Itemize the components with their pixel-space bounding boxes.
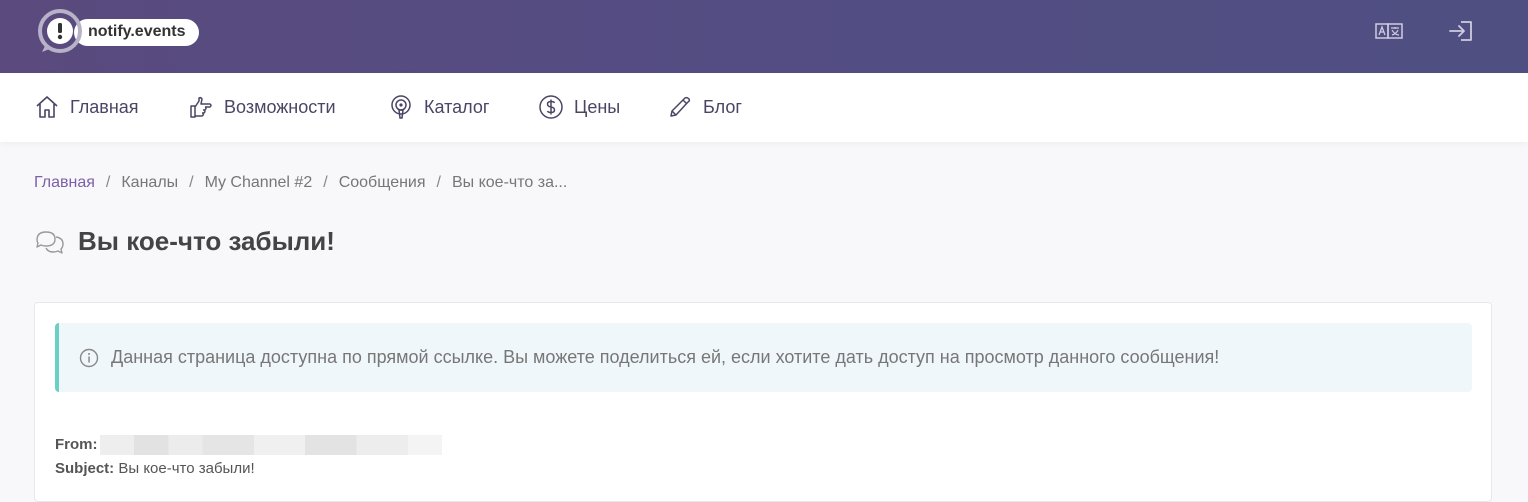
- breadcrumb-separator: /: [105, 174, 111, 191]
- logo-text: notify.events: [74, 18, 199, 46]
- nav-item-home[interactable]: Главная: [34, 93, 139, 121]
- breadcrumb-separator: /: [323, 174, 328, 191]
- from-label: From:: [55, 436, 98, 453]
- message-card: Данная страница доступна по прямой ссылк…: [34, 302, 1492, 502]
- nav-label: Возможности: [224, 96, 336, 117]
- breadcrumb-separator: /: [189, 174, 194, 191]
- nav-item-features[interactable]: Возможности: [188, 93, 336, 121]
- subject-value: Вы кое-что забыли!: [118, 460, 255, 477]
- pen-icon: [670, 96, 691, 117]
- page-title: Вы кое-что забыли!: [78, 226, 335, 256]
- pointing-hand-icon: [190, 96, 212, 118]
- exclamation-bubble-icon: [38, 9, 82, 53]
- info-icon: [79, 348, 99, 367]
- podcast-icon: [391, 95, 411, 119]
- alert-text: Данная страница доступна по прямой ссылк…: [111, 347, 1220, 367]
- breadcrumb-home[interactable]: Главная: [34, 174, 95, 192]
- top-header: notify.events: [0, 0, 1528, 73]
- subject-label: Subject:: [55, 460, 115, 477]
- breadcrumb-channels[interactable]: Каналы: [121, 174, 178, 192]
- from-value-redacted: [99, 435, 442, 456]
- translate-icon[interactable]: [1375, 19, 1403, 43]
- nav-item-pricing[interactable]: Цены: [538, 93, 620, 121]
- breadcrumb-current: Вы кое-что за...: [451, 174, 568, 191]
- nav-label: Блог: [703, 96, 742, 117]
- breadcrumb-separator: /: [436, 174, 441, 191]
- breadcrumb-channel[interactable]: My Channel #2: [205, 174, 313, 192]
- dollar-icon: [539, 95, 563, 119]
- breadcrumb: Главная / Каналы / My Channel #2 / Сообщ…: [34, 174, 567, 192]
- nav-item-blog[interactable]: Блог: [667, 93, 742, 121]
- logo[interactable]: notify.events: [36, 8, 199, 56]
- nav-label: Каталог: [424, 96, 490, 117]
- main-nav: Главная Возможности Каталог Цены Блог: [0, 73, 1528, 142]
- info-alert: Данная страница доступна по прямой ссылк…: [55, 323, 1472, 392]
- login-icon[interactable]: [1447, 19, 1475, 43]
- from-row: From:: [55, 433, 442, 457]
- home-icon: [36, 96, 58, 118]
- nav-label: Главная: [70, 96, 139, 117]
- subject-row: Subject: Вы кое-что забыли!: [55, 457, 442, 481]
- message-meta: From: Subject: Вы кое-что забыли!: [55, 433, 442, 481]
- page-header: Вы кое-что забыли!: [34, 226, 335, 257]
- breadcrumb-messages[interactable]: Сообщения: [339, 174, 426, 192]
- chat-bubbles-icon: [36, 230, 64, 254]
- nav-label: Цены: [574, 96, 621, 117]
- nav-item-catalog[interactable]: Каталог: [388, 93, 489, 121]
